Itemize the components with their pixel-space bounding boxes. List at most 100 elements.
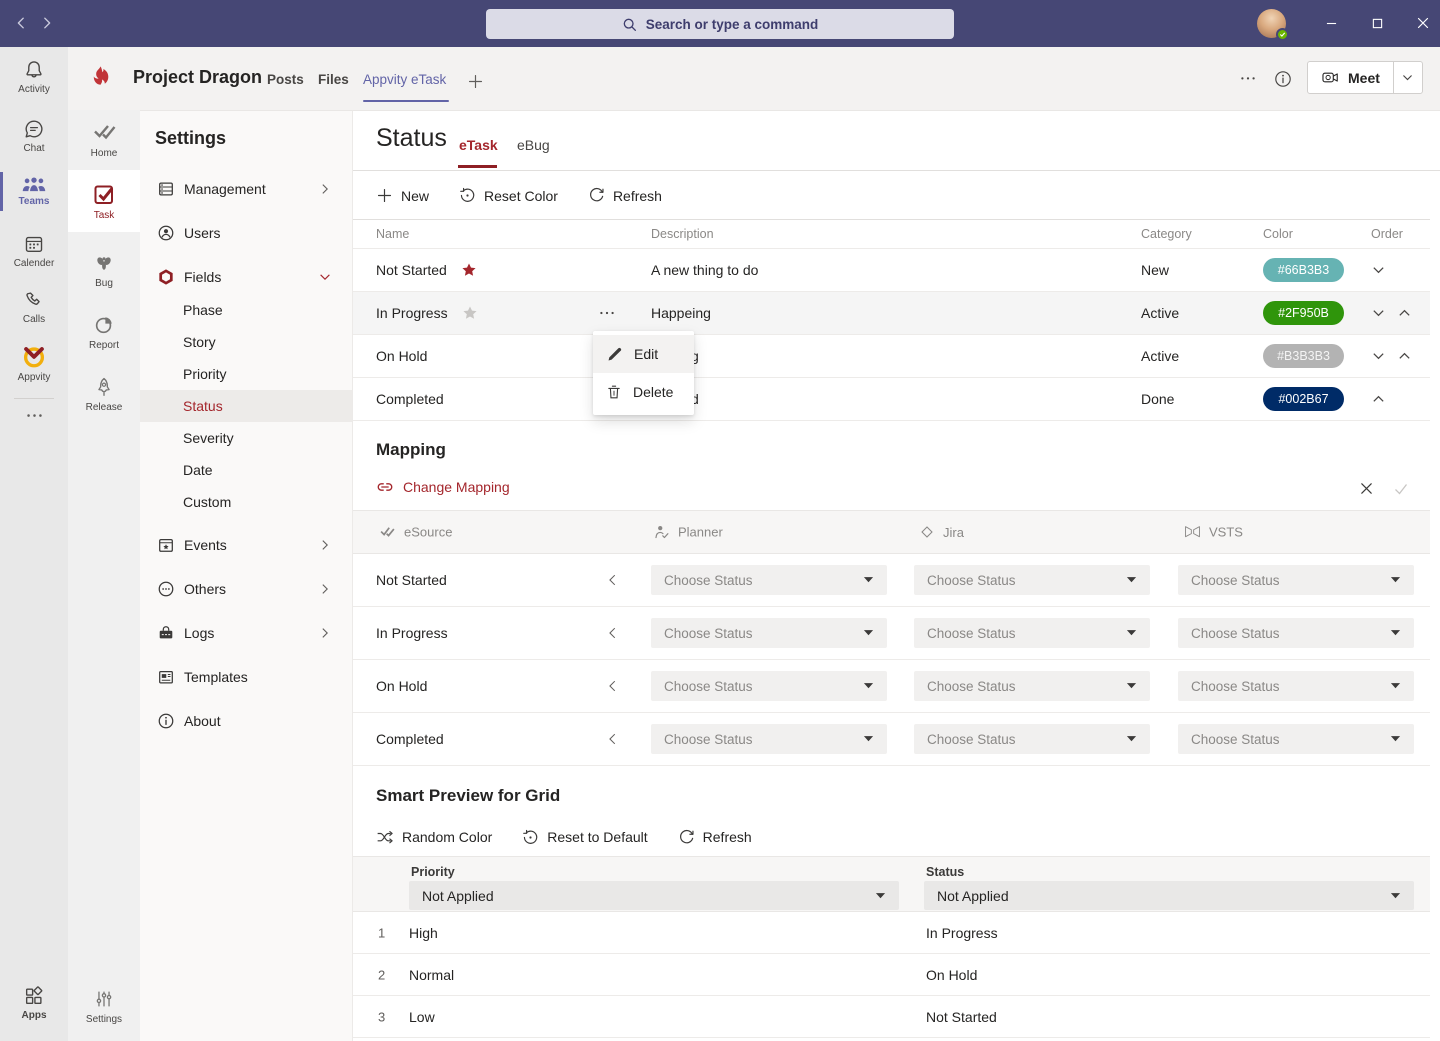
change-mapping-link[interactable]: Change Mapping bbox=[376, 478, 510, 496]
pencil-icon bbox=[606, 346, 623, 363]
planner-status-select[interactable]: Choose Status bbox=[651, 565, 887, 595]
color-pill[interactable]: #002B67 bbox=[1263, 387, 1344, 411]
nav-item-management[interactable]: Management bbox=[140, 173, 352, 205]
priority-filter-select[interactable]: Not Applied bbox=[409, 881, 899, 910]
rail-item-activity[interactable]: Activity bbox=[0, 59, 68, 95]
info-icon[interactable] bbox=[1274, 70, 1292, 88]
rail-item-settings[interactable]: Settings bbox=[68, 988, 140, 1025]
jira-status-select[interactable]: Choose Status bbox=[914, 671, 1150, 701]
forward-icon[interactable] bbox=[40, 16, 54, 30]
select-placeholder: Choose Status bbox=[1191, 679, 1280, 694]
row-more-icon[interactable] bbox=[599, 311, 615, 316]
refresh-button[interactable]: Refresh bbox=[588, 187, 662, 204]
tab-posts[interactable]: Posts bbox=[267, 72, 304, 87]
back-icon[interactable] bbox=[14, 16, 28, 30]
rail-item-apps[interactable]: Apps bbox=[0, 985, 68, 1021]
status-column-label: Status bbox=[926, 865, 964, 879]
color-pill[interactable]: #66B3B3 bbox=[1263, 258, 1344, 282]
tab-files[interactable]: Files bbox=[318, 72, 349, 87]
nav-item-severity[interactable]: Severity bbox=[140, 422, 352, 454]
rail-item-bug[interactable]: Bug bbox=[68, 252, 140, 289]
move-up-icon[interactable] bbox=[1371, 392, 1386, 407]
more-apps-icon[interactable] bbox=[0, 413, 68, 418]
rail-item-release[interactable]: Release bbox=[68, 376, 140, 413]
vsts-status-select[interactable]: Choose Status bbox=[1178, 724, 1414, 754]
rail-item-teams[interactable]: Teams bbox=[0, 176, 68, 207]
search-input[interactable]: Search or type a command bbox=[486, 9, 954, 39]
rail-item-calls[interactable]: Calls bbox=[0, 289, 68, 325]
rail-item-task[interactable]: Task bbox=[68, 170, 140, 232]
chevron-left-icon[interactable] bbox=[606, 732, 620, 746]
move-up-icon[interactable] bbox=[1397, 349, 1412, 364]
random-color-button[interactable]: Random Color bbox=[376, 829, 492, 845]
star-icon[interactable] bbox=[461, 262, 477, 278]
nav-item-date[interactable]: Date bbox=[140, 454, 352, 486]
planner-status-select[interactable]: Choose Status bbox=[651, 671, 887, 701]
nav-item-logs[interactable]: Logs bbox=[140, 617, 352, 649]
vsts-status-select[interactable]: Choose Status bbox=[1178, 671, 1414, 701]
nav-item-custom[interactable]: Custom bbox=[140, 486, 352, 518]
jira-status-select[interactable]: Choose Status bbox=[914, 618, 1150, 648]
move-down-icon[interactable] bbox=[1371, 349, 1386, 364]
move-down-icon[interactable] bbox=[1371, 263, 1386, 278]
nav-item-fields[interactable]: Fields bbox=[140, 261, 352, 293]
chevron-left-icon[interactable] bbox=[606, 626, 620, 640]
rail-label: Activity bbox=[18, 84, 50, 95]
tab-appvity-etask[interactable]: Appvity eTask bbox=[363, 72, 446, 87]
close-icon[interactable] bbox=[1408, 8, 1438, 38]
nav-item-status[interactable]: Status bbox=[140, 390, 352, 422]
status-category: Done bbox=[1141, 391, 1174, 407]
nav-item-phase[interactable]: Phase bbox=[140, 294, 352, 326]
vsts-status-select[interactable]: Choose Status bbox=[1178, 618, 1414, 648]
move-down-icon[interactable] bbox=[1371, 306, 1386, 321]
vsts-icon bbox=[1184, 526, 1201, 538]
chevron-left-icon[interactable] bbox=[606, 679, 620, 693]
meet-button[interactable]: Meet bbox=[1308, 62, 1393, 93]
rail-item-appvity[interactable]: Appvity bbox=[0, 343, 68, 383]
minimize-icon[interactable] bbox=[1316, 8, 1346, 38]
chevron-left-icon[interactable] bbox=[606, 573, 620, 587]
rail-item-report[interactable]: Report bbox=[68, 314, 140, 351]
nav-item-story[interactable]: Story bbox=[140, 326, 352, 358]
jira-status-select[interactable]: Choose Status bbox=[914, 724, 1150, 754]
nav-item-others[interactable]: Others bbox=[140, 573, 352, 605]
add-tab-icon[interactable] bbox=[467, 73, 484, 90]
channel-more-icon[interactable] bbox=[1240, 76, 1256, 81]
tab-ebug[interactable]: eBug bbox=[517, 137, 550, 153]
move-up-icon[interactable] bbox=[1397, 306, 1412, 321]
nav-item-about[interactable]: About bbox=[140, 705, 352, 737]
priority-column-label: Priority bbox=[411, 865, 455, 879]
rail-item-home[interactable]: Home bbox=[68, 120, 140, 159]
rail-label: Teams bbox=[19, 196, 50, 207]
meet-dropdown-icon[interactable] bbox=[1393, 62, 1422, 93]
menu-item-edit[interactable]: Edit bbox=[593, 335, 694, 373]
star-icon[interactable] bbox=[462, 305, 478, 321]
nav-item-events[interactable]: Events bbox=[140, 529, 352, 561]
maximize-icon[interactable] bbox=[1362, 8, 1392, 38]
nav-item-priority[interactable]: Priority bbox=[140, 358, 352, 390]
tab-etask[interactable]: eTask bbox=[459, 137, 498, 153]
preview-grid: 1 High In Progress 2 Normal On Hold 3 Lo… bbox=[353, 912, 1430, 1038]
avatar[interactable] bbox=[1257, 9, 1286, 38]
status-filter-select[interactable]: Not Applied bbox=[924, 881, 1414, 910]
reset-to-default-button[interactable]: Reset to Default bbox=[522, 829, 647, 846]
color-pill[interactable]: #B3B3B3 bbox=[1263, 344, 1344, 368]
cancel-mapping-x-icon[interactable] bbox=[1359, 481, 1374, 496]
chevron-down-icon bbox=[318, 270, 332, 284]
rail-item-calendar[interactable]: Calender bbox=[0, 233, 68, 269]
nav-item-users[interactable]: Users bbox=[140, 217, 352, 249]
new-button[interactable]: New bbox=[376, 187, 429, 204]
menu-item-delete[interactable]: Delete bbox=[593, 373, 694, 411]
col-header-vsts: VSTS bbox=[1184, 525, 1243, 540]
color-pill[interactable]: #2F950B bbox=[1263, 301, 1344, 325]
confirm-mapping-check-icon[interactable] bbox=[1393, 481, 1409, 497]
reset-color-button[interactable]: Reset Color bbox=[459, 187, 558, 204]
nav-item-templates[interactable]: Templates bbox=[140, 661, 352, 693]
planner-status-select[interactable]: Choose Status bbox=[651, 724, 887, 754]
select-placeholder: Choose Status bbox=[927, 626, 1016, 641]
planner-status-select[interactable]: Choose Status bbox=[651, 618, 887, 648]
rail-item-chat[interactable]: Chat bbox=[0, 118, 68, 154]
jira-status-select[interactable]: Choose Status bbox=[914, 565, 1150, 595]
refresh-button[interactable]: Refresh bbox=[678, 829, 752, 846]
vsts-status-select[interactable]: Choose Status bbox=[1178, 565, 1414, 595]
